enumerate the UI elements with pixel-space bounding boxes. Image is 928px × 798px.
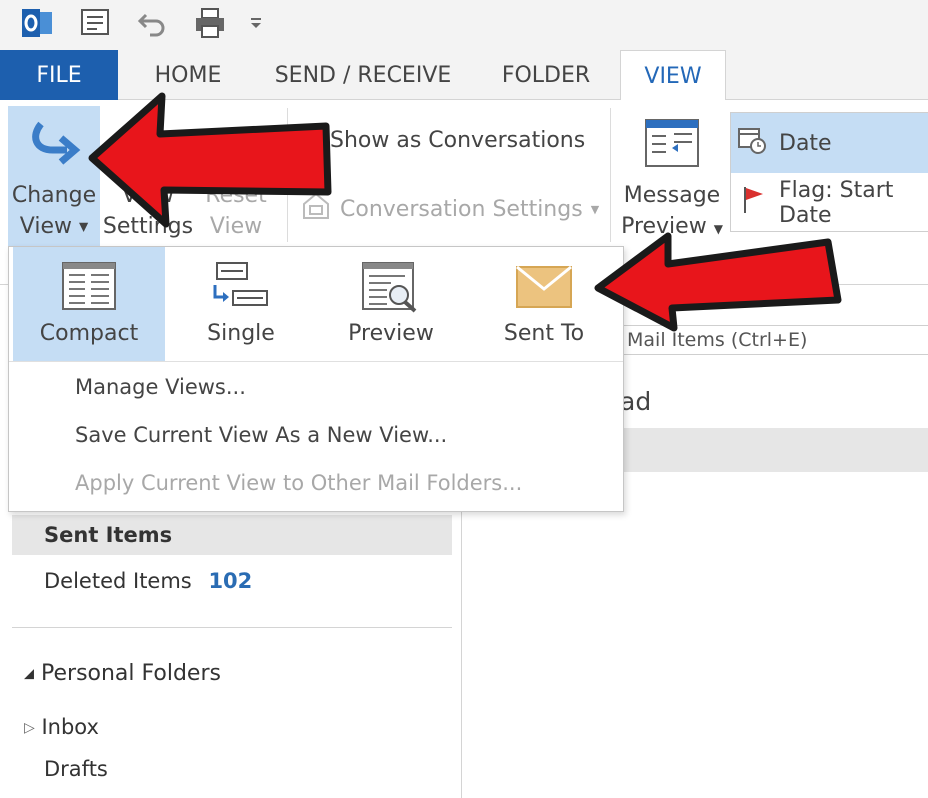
- quick-access-toolbar: [0, 0, 928, 50]
- search-placeholder: Mail Items (Ctrl+E): [627, 329, 808, 351]
- sent-items-label: Sent Items: [44, 523, 173, 547]
- reset-view-label-2: View: [209, 214, 263, 239]
- conversation-settings-label: Conversation Settings: [340, 196, 583, 222]
- ribbon-tabs: FILE HOME SEND / RECEIVE FOLDER VIEW: [0, 50, 928, 101]
- view-settings-icon: [128, 106, 168, 180]
- deleted-items-count: 102: [208, 569, 253, 593]
- apply-current-view-menu-item[interactable]: Apply Current View to Other Mail Folders…: [75, 471, 522, 495]
- change-view-button[interactable]: Change View ▼: [8, 106, 100, 246]
- print-icon[interactable]: [190, 4, 230, 42]
- manage-views-menu-item[interactable]: Manage Views...: [75, 375, 246, 399]
- save-current-view-menu-item[interactable]: Save Current View As a New View...: [75, 423, 447, 447]
- nav-divider: [12, 627, 452, 628]
- reset-view-icon: [216, 106, 256, 180]
- calendar-clock-icon: [737, 125, 767, 161]
- view-settings-button[interactable]: View Settings: [102, 106, 194, 246]
- show-as-conversations-checkbox[interactable]: Show as Conversations: [300, 128, 585, 153]
- dropdown-caret-icon: ▼: [590, 202, 600, 216]
- drafts-folder[interactable]: Drafts: [44, 757, 108, 781]
- personal-folders-label: Personal Folders: [41, 661, 221, 686]
- compact-view-icon: [61, 261, 117, 317]
- undo-icon[interactable]: [132, 4, 172, 42]
- message-preview-label-2: Preview ▼: [621, 214, 723, 239]
- change-view-dropdown: Compact Single Preview Sent To Manage Vi…: [8, 246, 624, 512]
- inbox-folder[interactable]: ▷ Inbox: [24, 715, 99, 739]
- reset-view-label-1: Reset: [205, 183, 267, 208]
- list-selected-row[interactable]: [622, 428, 928, 472]
- change-view-label-2: View ▼: [19, 214, 89, 239]
- message-preview-label-1: Message: [623, 183, 721, 208]
- conversation-settings-button[interactable]: Conversation Settings ▼: [300, 190, 599, 228]
- arrangement-gallery: Date Flag: Start Date: [730, 112, 928, 232]
- arrangement-date-label: Date: [779, 130, 832, 156]
- deleted-items-label: Deleted Items: [44, 569, 192, 593]
- tab-home[interactable]: HOME: [140, 50, 236, 100]
- dropdown-caret-icon: ▼: [78, 219, 89, 234]
- view-settings-label-2: Settings: [102, 214, 194, 239]
- arrangement-flag-start-label: Flag: Start Date: [779, 178, 894, 228]
- dropdown-divider: [9, 361, 623, 362]
- sent-to-label: Sent To: [503, 321, 585, 346]
- expand-triangle-icon: ▷: [24, 720, 35, 736]
- message-preview-icon: [644, 106, 700, 180]
- tab-folder[interactable]: FOLDER: [488, 50, 604, 100]
- change-view-icon: [27, 106, 81, 180]
- search-box[interactable]: Mail Items (Ctrl+E): [622, 325, 928, 355]
- view-option-preview[interactable]: Preview: [315, 247, 467, 361]
- outlook-logo-icon: [18, 4, 56, 42]
- ribbon-separator: [610, 108, 611, 242]
- deleted-items-folder[interactable]: Deleted Items 102: [44, 569, 252, 593]
- sent-items-row[interactable]: Sent Items: [12, 515, 452, 555]
- reset-view-button[interactable]: Reset View: [196, 106, 276, 246]
- compact-label: Compact: [39, 321, 139, 346]
- ribbon-separator: [287, 108, 288, 242]
- conversation-settings-icon: [300, 190, 332, 228]
- tab-send-receive[interactable]: SEND / RECEIVE: [268, 50, 458, 100]
- view-settings-label-1: View: [121, 183, 175, 208]
- single-view-icon: [211, 261, 271, 317]
- send-receive-all-icon[interactable]: [76, 4, 116, 42]
- inbox-label: Inbox: [41, 715, 99, 739]
- customize-toolbar-icon[interactable]: [244, 4, 268, 42]
- arrangement-date[interactable]: Date: [731, 113, 928, 173]
- list-header: ad: [620, 387, 652, 416]
- change-view-label-1: Change: [11, 183, 97, 208]
- arrangement-flag-start-date[interactable]: Flag: Start Date: [731, 173, 928, 233]
- tab-view[interactable]: VIEW: [620, 50, 726, 101]
- collapse-triangle-icon: ◢: [24, 666, 34, 682]
- single-label: Single: [207, 321, 275, 346]
- preview-view-icon: [361, 261, 421, 319]
- checkbox-icon: [300, 130, 320, 151]
- dropdown-caret-icon: ▼: [713, 222, 723, 236]
- message-preview-button[interactable]: Message Preview ▼: [620, 106, 724, 246]
- preview-label: Preview: [348, 321, 434, 346]
- view-option-sent-to[interactable]: Sent To: [469, 247, 619, 361]
- envelope-icon: [515, 265, 573, 315]
- show-as-conversations-label: Show as Conversations: [330, 128, 586, 153]
- tab-file[interactable]: FILE: [0, 50, 118, 100]
- personal-folders-header[interactable]: ◢ Personal Folders: [24, 661, 221, 686]
- view-option-compact[interactable]: Compact: [13, 247, 165, 361]
- view-option-single[interactable]: Single: [169, 247, 313, 361]
- flag-icon: [741, 185, 767, 221]
